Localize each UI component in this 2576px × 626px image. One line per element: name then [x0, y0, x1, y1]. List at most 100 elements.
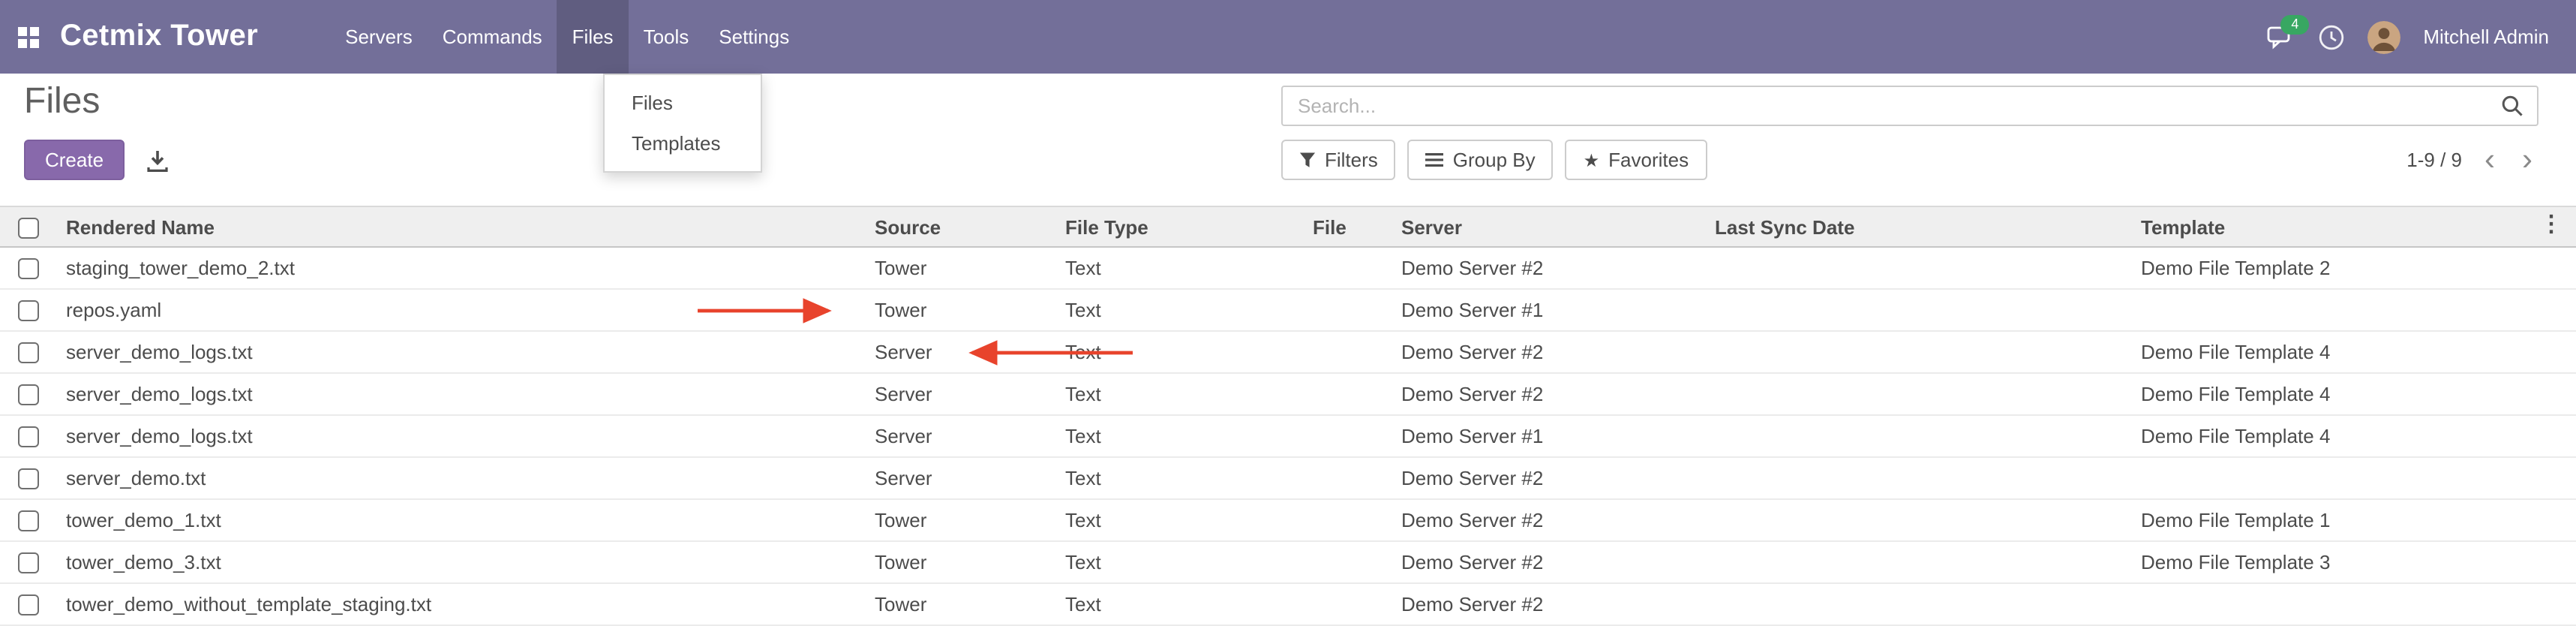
- cell-source[interactable]: Server: [869, 415, 1059, 457]
- cell-file-type[interactable]: Text: [1059, 583, 1307, 625]
- cell-template[interactable]: [2135, 289, 2576, 331]
- cell-source[interactable]: Server: [869, 457, 1059, 499]
- cell-rendered-name[interactable]: server_demo_logs.txt: [60, 373, 869, 415]
- cell-file[interactable]: [1307, 499, 1395, 541]
- cell-file-type[interactable]: Text: [1059, 289, 1307, 331]
- filters-button[interactable]: Filters: [1281, 140, 1396, 180]
- row-checkbox[interactable]: [18, 595, 39, 616]
- table-row[interactable]: server_demo.txtServerText Demo Server #2: [0, 457, 2576, 499]
- cell-template[interactable]: Demo File Template 4: [2135, 373, 2576, 415]
- nav-item-tools[interactable]: Tools: [629, 0, 704, 74]
- column-header-file-type[interactable]: File Type: [1059, 206, 1307, 247]
- row-checkbox[interactable]: [18, 511, 39, 532]
- dropdown-item-files[interactable]: Files: [605, 83, 761, 123]
- cell-rendered-name[interactable]: server_demo_logs.txt: [60, 331, 869, 373]
- dropdown-item-templates[interactable]: Templates: [605, 123, 761, 164]
- cell-server[interactable]: Demo Server #2: [1395, 457, 1709, 499]
- messages-button[interactable]: 4: [2267, 25, 2295, 49]
- cell-file-type[interactable]: Text: [1059, 541, 1307, 583]
- cell-last-sync[interactable]: [1709, 583, 2135, 625]
- cell-source[interactable]: Tower: [869, 499, 1059, 541]
- avatar[interactable]: [2367, 20, 2400, 53]
- column-header-source[interactable]: Source: [869, 206, 1059, 247]
- row-checkbox[interactable]: [18, 343, 39, 364]
- cell-last-sync[interactable]: [1709, 373, 2135, 415]
- cell-template[interactable]: Demo File Template 1: [2135, 499, 2576, 541]
- nav-item-files[interactable]: Files: [557, 0, 629, 74]
- cell-rendered-name[interactable]: server_demo_logs.txt: [60, 415, 869, 457]
- cell-file[interactable]: [1307, 415, 1395, 457]
- column-header-server[interactable]: Server: [1395, 206, 1709, 247]
- cell-server[interactable]: Demo Server #2: [1395, 541, 1709, 583]
- pager-next-button[interactable]: ›: [2517, 143, 2537, 176]
- table-row[interactable]: server_demo_logs.txtServerTextDemo Serve…: [0, 415, 2576, 457]
- cell-template[interactable]: Demo File Template 4: [2135, 415, 2576, 457]
- cell-file[interactable]: [1307, 289, 1395, 331]
- cell-rendered-name[interactable]: staging_tower_demo_2.txt: [60, 247, 869, 289]
- cell-file-type[interactable]: Text: [1059, 373, 1307, 415]
- cell-last-sync[interactable]: [1709, 541, 2135, 583]
- cell-rendered-name[interactable]: server_demo.txt: [60, 457, 869, 499]
- cell-template[interactable]: Demo File Template 2: [2135, 247, 2576, 289]
- table-row[interactable]: tower_demo_1.txtTowerTextDemo Server #2D…: [0, 499, 2576, 541]
- column-header-file[interactable]: File: [1307, 206, 1395, 247]
- cell-file-type[interactable]: Text: [1059, 331, 1307, 373]
- cell-file[interactable]: [1307, 457, 1395, 499]
- cell-source[interactable]: Tower: [869, 583, 1059, 625]
- cell-source[interactable]: Server: [869, 331, 1059, 373]
- column-header-rendered-name[interactable]: Rendered Name: [60, 206, 869, 247]
- cell-last-sync[interactable]: [1709, 289, 2135, 331]
- cell-rendered-name[interactable]: tower_demo_3.txt: [60, 541, 869, 583]
- column-header-last-sync-date[interactable]: Last Sync Date: [1709, 206, 2135, 247]
- cell-template[interactable]: Demo File Template 4: [2135, 331, 2576, 373]
- cell-rendered-name[interactable]: tower_demo_without_template_staging.txt: [60, 583, 869, 625]
- brand-title[interactable]: Cetmix Tower: [60, 20, 258, 54]
- row-checkbox[interactable]: [18, 427, 39, 448]
- cell-source[interactable]: Server: [869, 373, 1059, 415]
- cell-template[interactable]: [2135, 583, 2576, 625]
- cell-file[interactable]: [1307, 247, 1395, 289]
- cell-server[interactable]: Demo Server #2: [1395, 373, 1709, 415]
- cell-server[interactable]: Demo Server #2: [1395, 583, 1709, 625]
- cell-last-sync[interactable]: [1709, 331, 2135, 373]
- cell-template[interactable]: [2135, 457, 2576, 499]
- create-button[interactable]: Create: [24, 140, 125, 180]
- cell-server[interactable]: Demo Server #1: [1395, 289, 1709, 331]
- cell-last-sync[interactable]: [1709, 415, 2135, 457]
- cell-file-type[interactable]: Text: [1059, 415, 1307, 457]
- cell-source[interactable]: Tower: [869, 541, 1059, 583]
- cell-source[interactable]: Tower: [869, 247, 1059, 289]
- group-by-button[interactable]: Group By: [1408, 140, 1554, 180]
- column-header-template[interactable]: Template: [2135, 206, 2576, 247]
- row-checkbox[interactable]: [18, 469, 39, 490]
- cell-file[interactable]: [1307, 583, 1395, 625]
- table-row[interactable]: staging_tower_demo_2.txtTowerTextDemo Se…: [0, 247, 2576, 289]
- table-row[interactable]: tower_demo_without_template_staging.txtT…: [0, 583, 2576, 625]
- row-checkbox[interactable]: [18, 553, 39, 574]
- search-input[interactable]: [1283, 95, 2501, 117]
- apps-menu-icon[interactable]: [18, 26, 39, 47]
- search-icon[interactable]: [2501, 95, 2537, 117]
- cell-template[interactable]: Demo File Template 3: [2135, 541, 2576, 583]
- row-checkbox[interactable]: [18, 259, 39, 280]
- table-row[interactable]: server_demo_logs.txtServerText Demo Serve…: [0, 331, 2576, 373]
- export-download-button[interactable]: [143, 145, 173, 175]
- cell-server[interactable]: Demo Server #2: [1395, 331, 1709, 373]
- cell-file-type[interactable]: Text: [1059, 499, 1307, 541]
- cell-last-sync[interactable]: [1709, 247, 2135, 289]
- cell-file-type[interactable]: Text: [1059, 457, 1307, 499]
- table-row[interactable]: server_demo_logs.txtServerText Demo Serve…: [0, 373, 2576, 415]
- user-menu[interactable]: Mitchell Admin: [2423, 26, 2549, 48]
- cell-file[interactable]: [1307, 541, 1395, 583]
- pager-prev-button[interactable]: ‹: [2480, 143, 2499, 176]
- cell-last-sync[interactable]: [1709, 457, 2135, 499]
- row-checkbox[interactable]: [18, 301, 39, 322]
- nav-item-commands[interactable]: Commands: [428, 0, 557, 74]
- cell-file[interactable]: [1307, 331, 1395, 373]
- table-row[interactable]: tower_demo_3.txtTowerText Demo Server #2 D…: [0, 541, 2576, 583]
- cell-last-sync[interactable]: [1709, 499, 2135, 541]
- cell-server[interactable]: Demo Server #2: [1395, 499, 1709, 541]
- table-row[interactable]: repos.yamlTowerTextDemo Server #1: [0, 289, 2576, 331]
- nav-item-settings[interactable]: Settings: [704, 0, 804, 74]
- favorites-button[interactable]: ★ Favorites: [1566, 140, 1707, 180]
